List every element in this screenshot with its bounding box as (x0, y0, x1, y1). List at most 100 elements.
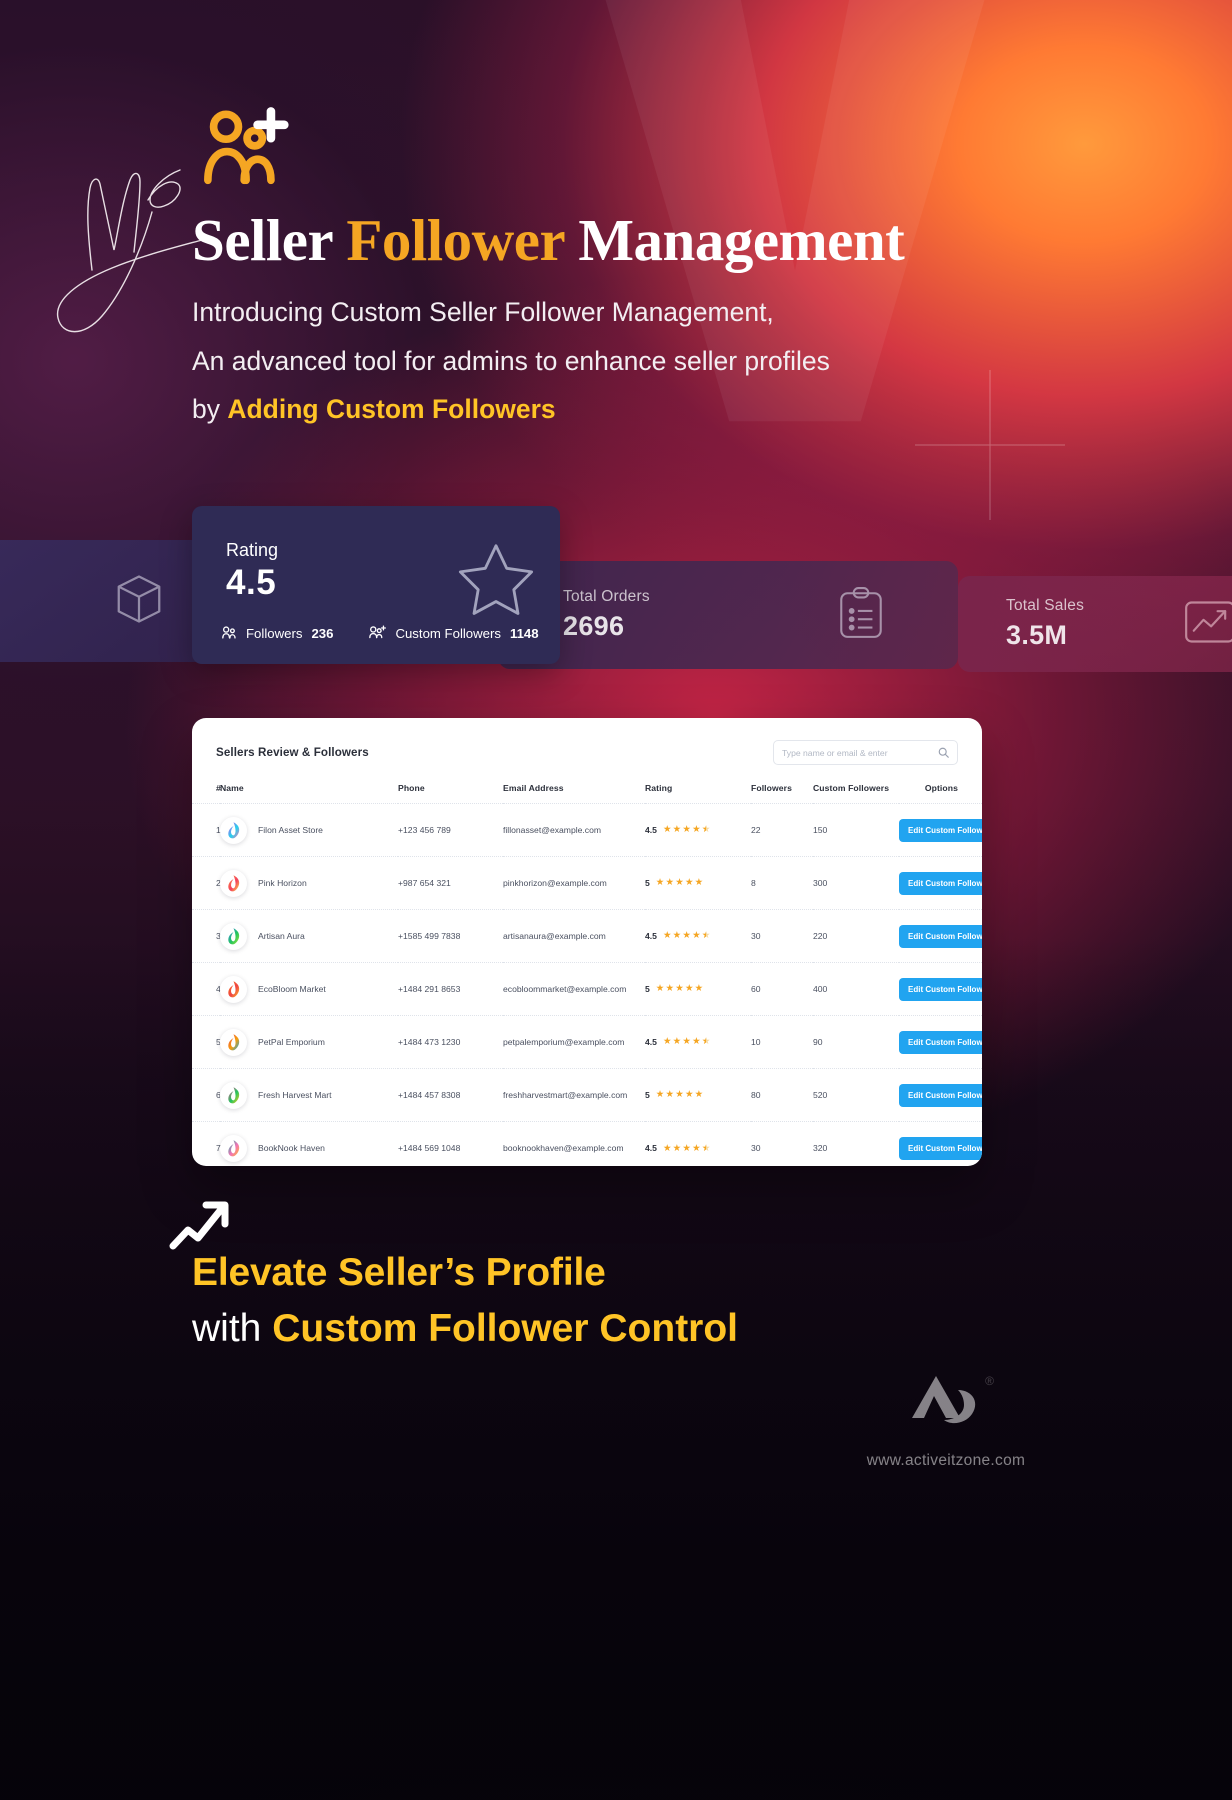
hero-subtitle: Introducing Custom Seller Follower Manag… (192, 288, 830, 434)
cell-phone: +1484 569 1048 (398, 1121, 503, 1166)
panel-header: Sellers Review & Followers (192, 718, 982, 765)
star-icon: ★ (684, 1089, 694, 1101)
title-part-2: Management (564, 207, 905, 273)
people-icon (222, 625, 237, 642)
edit-custom-follower-button[interactable]: Edit Custom Follower (899, 818, 982, 842)
star-icon: ★ (692, 824, 701, 836)
followers-stat: Followers 236 (222, 625, 334, 642)
edit-custom-follower-button[interactable]: Edit Custom Follower (899, 1136, 982, 1160)
star-half-icon: ★ (702, 1143, 711, 1154)
cell-followers: 8 (751, 856, 813, 910)
panel-title: Sellers Review & Followers (216, 746, 369, 759)
cell-email: freshharvestmart@example.com (503, 1068, 645, 1122)
cell-name: EcoBloom Market (220, 975, 398, 1003)
star-rating: ★ ★ ★ ★ ★ (656, 1090, 703, 1100)
rating-number: 4.5 (645, 1037, 657, 1047)
cell-name: BookNook Haven (220, 1134, 398, 1162)
table-row: 3 Artisan Aura +1585 499 7838 artisanaura@e… (192, 909, 982, 963)
table-row: 4 EcoBloom Market +1484 291 8653 ecobloomma… (192, 962, 982, 1016)
subtitle-line-3: by Adding Custom Followers (192, 385, 830, 434)
registered-mark: ® (985, 1374, 994, 1388)
bottom-tagline: Elevate Seller’s Profile with Custom Fol… (192, 1245, 738, 1357)
cell-email: ecobloommarket@example.com (503, 962, 645, 1016)
cell-phone: +1484 457 8308 (398, 1068, 503, 1122)
cell-custom-followers: 90 (813, 1015, 899, 1069)
star-icon: ★ (675, 1089, 684, 1101)
edit-custom-follower-button[interactable]: Edit Custom Follower (899, 1030, 982, 1054)
people-add-icon (369, 625, 387, 642)
star-icon: ★ (694, 877, 704, 889)
table-row: 1 Filon Asset Store +123 456 789 fillonasse… (192, 803, 982, 857)
star-icon: ★ (682, 930, 691, 942)
subtitle-line-3-prefix: by (192, 394, 228, 424)
rating-number: 4.5 (645, 931, 657, 941)
star-icon: ★ (672, 1142, 682, 1154)
brand-footer: ® www.activeitzone.com (846, 1372, 1046, 1470)
cell-phone: +1484 291 8653 (398, 962, 503, 1016)
edit-custom-follower-button[interactable]: Edit Custom Follower (899, 1083, 982, 1107)
col-header-name: Name (220, 783, 244, 793)
rating-footer: Followers 236 Custom Followers 1148 (222, 625, 539, 642)
subtitle-line-3-accent: Adding Custom Followers (227, 394, 556, 424)
sellers-panel: Sellers Review & Followers # Name Phone … (192, 718, 982, 1166)
cell-email: artisanaura@example.com (503, 909, 645, 963)
cell-phone: +1585 499 7838 (398, 909, 503, 963)
cell-name: PetPal Emporium (220, 1028, 398, 1056)
cell-rating: 5 ★ ★ ★ ★ ★ (645, 878, 751, 888)
col-header-rating: Rating (645, 783, 673, 793)
star-icon: ★ (672, 930, 682, 942)
tagline-line-2-prefix: with (192, 1307, 273, 1350)
cell-email: petpalemporium@example.com (503, 1015, 645, 1069)
search-icon[interactable] (938, 747, 949, 758)
stat-card-rating: Rating 4.5 Followers 236 Custom Follower… (192, 506, 560, 664)
star-icon: ★ (692, 1036, 701, 1048)
brand-url: www.activeitzone.com (866, 1452, 1026, 1469)
cell-followers: 10 (751, 1015, 813, 1069)
petpal-logo-icon (220, 1028, 247, 1056)
star-rating: ★ ★ ★ ★ ★ (656, 878, 703, 888)
followers-value: 236 (311, 626, 334, 641)
table-head: # Name Phone Email Address Rating Follow… (192, 765, 982, 804)
star-icon: ★ (694, 983, 704, 995)
seller-name: Artisan Aura (258, 931, 305, 941)
search-box[interactable] (773, 740, 958, 765)
star-icon: ★ (655, 983, 665, 995)
cell-index: 4 (192, 962, 221, 1016)
promo-banner: Seller Follower Management Introducing C… (0, 0, 1232, 1800)
table-row: 7 BookNook Haven +1484 569 1048 booknookhav… (192, 1121, 982, 1166)
edit-custom-follower-button[interactable]: Edit Custom Follower (899, 871, 982, 895)
edit-custom-follower-button[interactable]: Edit Custom Follower (899, 924, 982, 948)
table-header-row: # Name Phone Email Address Rating Follow… (192, 765, 982, 804)
star-icon: ★ (682, 1036, 691, 1048)
col-header-custom-followers: Custom Followers (813, 783, 890, 793)
pink-horizon-logo-icon (220, 869, 247, 897)
col-header-followers: Followers (751, 783, 793, 793)
cell-index: 5 (192, 1015, 221, 1069)
star-half-icon: ★ (702, 931, 711, 941)
cell-followers: 30 (751, 1121, 813, 1166)
star-rating: ★ ★ ★ ★ ★ (656, 984, 703, 994)
star-rating: ★ ★ ★ ★ ★ (663, 1142, 711, 1154)
total-orders-label: Total Orders (563, 588, 650, 605)
star-icon: ★ (682, 1142, 691, 1154)
cell-email: pinkhorizon@example.com (503, 856, 645, 910)
star-icon: ★ (662, 1036, 672, 1048)
cell-rating: 5 ★ ★ ★ ★ ★ (645, 984, 751, 994)
cell-custom-followers: 520 (813, 1068, 899, 1122)
seller-name: Fresh Harvest Mart (258, 1090, 332, 1100)
cell-custom-followers: 300 (813, 856, 899, 910)
stats-strip: Total Orders 2696 Total Sales 3.5M Ratin… (0, 506, 1232, 672)
star-half-icon: ★ (702, 1037, 711, 1047)
cell-followers: 22 (751, 803, 813, 857)
seller-name: PetPal Emporium (258, 1037, 325, 1047)
star-icon: ★ (682, 824, 691, 836)
star-icon: ★ (694, 1089, 704, 1101)
star-icon: ★ (675, 983, 684, 995)
cell-rating: 4.5 ★ ★ ★ ★ ★ (645, 931, 751, 941)
cell-email: fillonasset@example.com (503, 803, 645, 857)
table-row: 5 PetPal Emporium +1484 473 1230 petpalempo… (192, 1015, 982, 1069)
edit-custom-follower-button[interactable]: Edit Custom Follower (899, 977, 982, 1001)
tagline-line-1: Elevate Seller’s Profile (192, 1251, 606, 1294)
cell-phone: +123 456 789 (398, 803, 503, 857)
search-input[interactable] (782, 747, 938, 758)
